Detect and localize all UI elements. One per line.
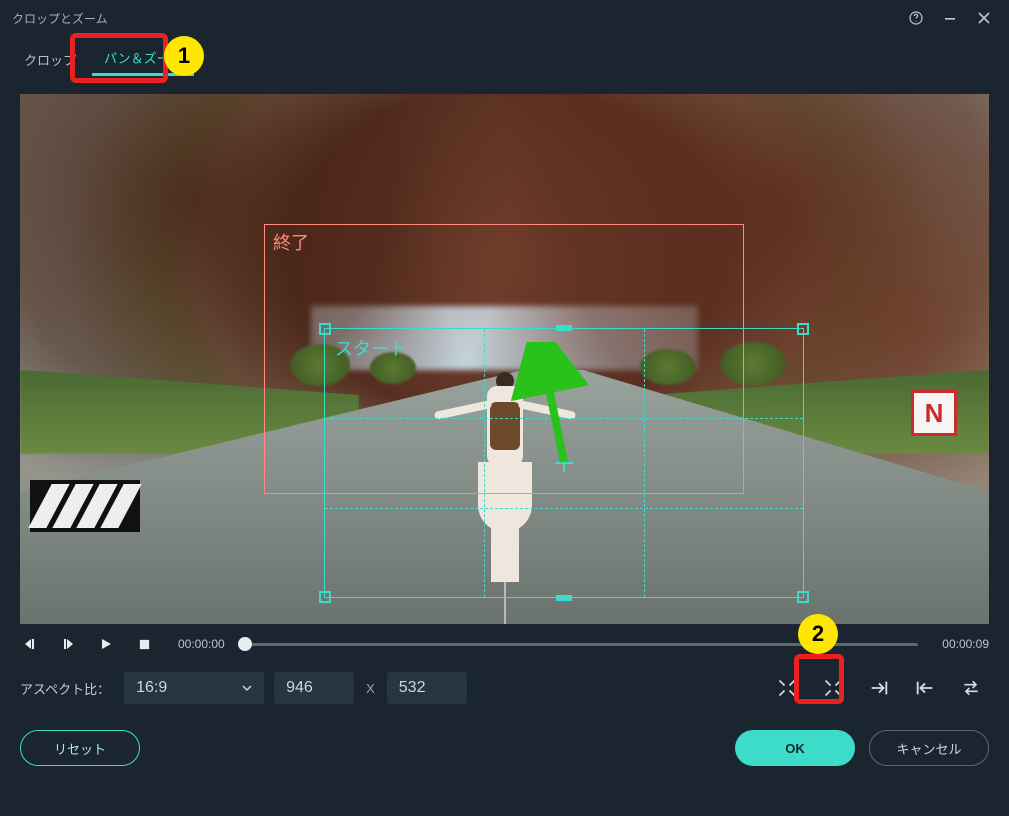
- minimize-button[interactable]: [933, 4, 967, 32]
- height-field[interactable]: 532: [387, 672, 467, 704]
- preview-canvas[interactable]: N 終了 スタート: [20, 94, 989, 624]
- reset-button[interactable]: リセット: [20, 730, 140, 766]
- close-button[interactable]: [967, 4, 1001, 32]
- annotation-callout-1: 1: [164, 36, 204, 76]
- pan-right-preset-button[interactable]: [861, 670, 897, 706]
- help-icon[interactable]: [899, 4, 933, 32]
- time-total: 00:00:09: [942, 637, 989, 651]
- cancel-button[interactable]: キャンセル: [869, 730, 989, 766]
- start-frame-label: スタート: [335, 335, 407, 361]
- annotation-highlight-1: [70, 33, 168, 83]
- pan-left-preset-button[interactable]: [907, 670, 943, 706]
- aspect-ratio-select[interactable]: 16:9: [124, 672, 264, 704]
- time-current: 00:00:00: [178, 637, 225, 651]
- aspect-ratio-label: アスペクト比：: [20, 679, 110, 698]
- start-frame-rect[interactable]: スタート: [324, 328, 804, 598]
- aspect-ratio-value: 16:9: [136, 679, 167, 697]
- road-sign: N: [911, 390, 957, 436]
- frame-back-button[interactable]: [20, 634, 40, 654]
- x-separator: X: [364, 681, 377, 696]
- play-button[interactable]: [96, 634, 116, 654]
- width-field[interactable]: 946: [274, 672, 354, 704]
- annotation-highlight-2: [794, 654, 844, 704]
- end-frame-label: 終了: [273, 229, 309, 255]
- chevron-sign: [30, 480, 140, 532]
- frame-forward-button[interactable]: [58, 634, 78, 654]
- ok-button[interactable]: OK: [735, 730, 855, 766]
- stop-button[interactable]: [134, 634, 154, 654]
- annotation-callout-2: 2: [798, 614, 838, 654]
- chevron-down-icon: [242, 683, 252, 693]
- swap-preset-button[interactable]: [953, 670, 989, 706]
- timeline-thumb[interactable]: [238, 637, 252, 651]
- window-title: クロップとズーム: [8, 10, 108, 27]
